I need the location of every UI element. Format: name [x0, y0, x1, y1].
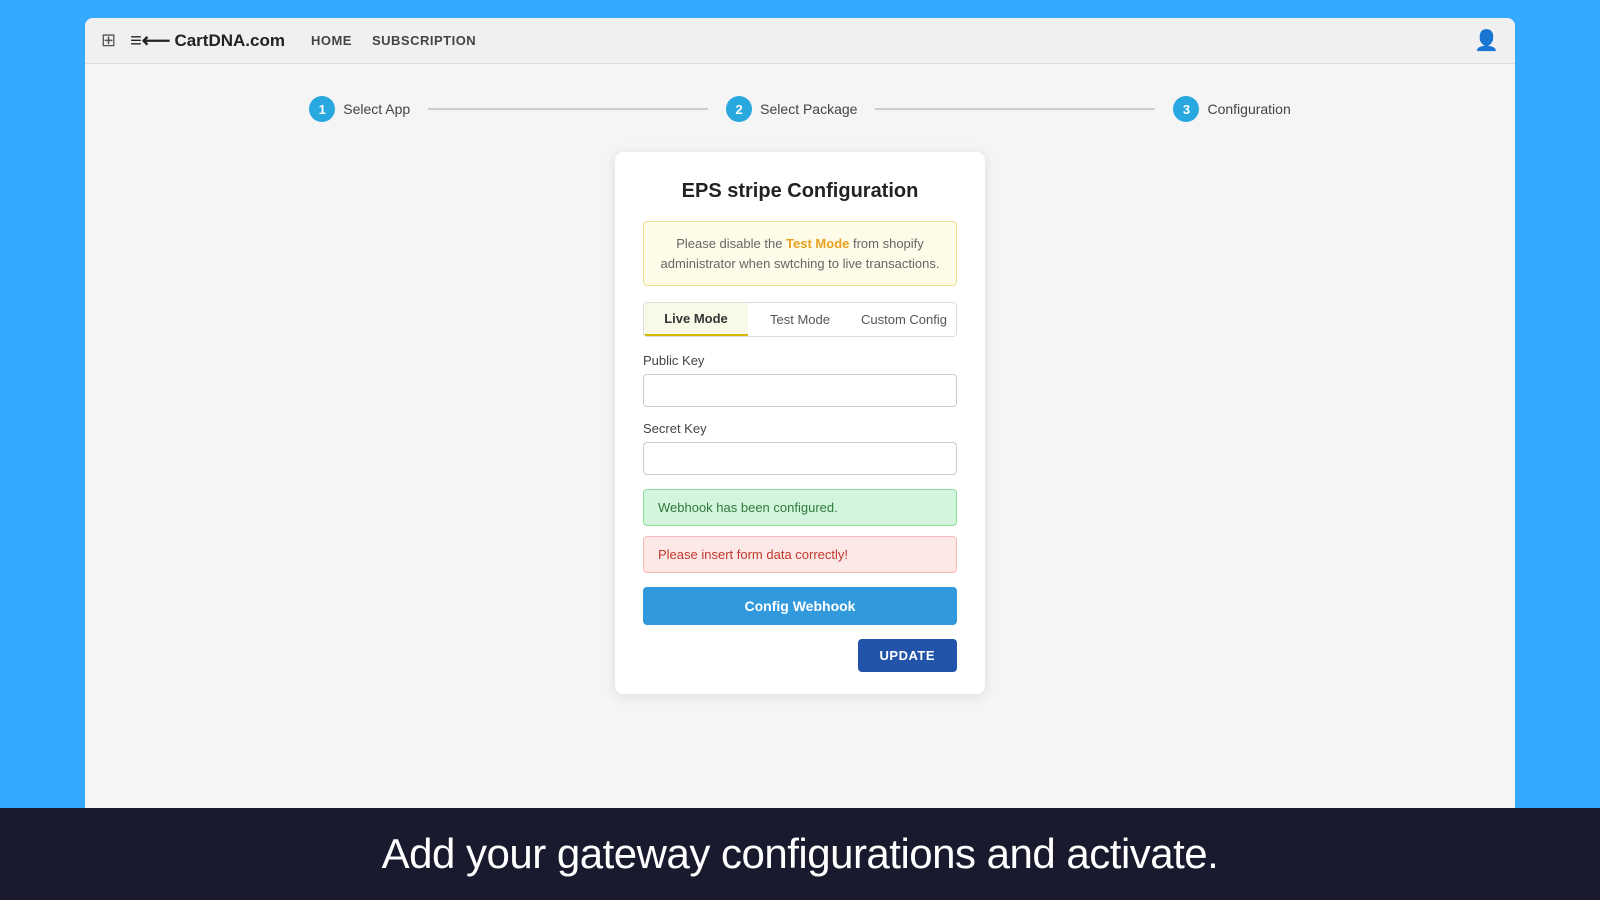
- step-2-label: Select Package: [760, 101, 857, 117]
- step-2-circle: 2: [726, 96, 752, 122]
- step-1-circle: 1: [309, 96, 335, 122]
- step-2: 2 Select Package: [726, 96, 857, 122]
- nav-home[interactable]: HOME: [311, 33, 352, 48]
- nav-subscription[interactable]: SUBSCRIPTION: [372, 33, 476, 48]
- stepper: 1 Select App 2 Select Package 3 Configur…: [85, 64, 1515, 152]
- success-banner: Webhook has been configured.: [643, 489, 957, 526]
- user-avatar-icon[interactable]: 👤: [1474, 28, 1499, 53]
- card-title: EPS stripe Configuration: [643, 180, 957, 203]
- logo: ≡⟵ CartDNA.com: [130, 28, 285, 53]
- step-line-1: [428, 108, 708, 110]
- warning-highlight: Test Mode: [786, 236, 849, 251]
- step-1: 1 Select App: [309, 96, 410, 122]
- step-1-label: Select App: [343, 101, 410, 117]
- caption-bar: Add your gateway configurations and acti…: [0, 808, 1600, 900]
- secret-key-input[interactable]: [643, 442, 957, 475]
- step-3-label: Configuration: [1207, 101, 1290, 117]
- public-key-label: Public Key: [643, 353, 957, 368]
- update-button[interactable]: UPDATE: [858, 639, 957, 672]
- step-line-2: [875, 108, 1155, 110]
- secret-key-label: Secret Key: [643, 421, 957, 436]
- step-3: 3 Configuration: [1173, 96, 1290, 122]
- update-button-row: UPDATE: [643, 639, 957, 672]
- error-banner: Please insert form data correctly!: [643, 536, 957, 573]
- warning-banner: Please disable the Test Mode from shopif…: [643, 221, 957, 286]
- mode-tabs: Live Mode Test Mode Custom Config: [643, 302, 957, 337]
- config-webhook-button[interactable]: Config Webhook: [643, 587, 957, 625]
- warning-prefix: Please disable the: [676, 236, 786, 251]
- configuration-card: EPS stripe Configuration Please disable …: [615, 152, 985, 694]
- tab-custom-config[interactable]: Custom Config: [852, 303, 956, 336]
- public-key-input[interactable]: [643, 374, 957, 407]
- tab-test-mode[interactable]: Test Mode: [748, 303, 852, 336]
- tab-live-mode[interactable]: Live Mode: [644, 303, 748, 336]
- step-3-circle: 3: [1173, 96, 1199, 122]
- grid-icon[interactable]: ⊞: [101, 30, 116, 51]
- main-nav: HOME SUBSCRIPTION: [311, 33, 476, 48]
